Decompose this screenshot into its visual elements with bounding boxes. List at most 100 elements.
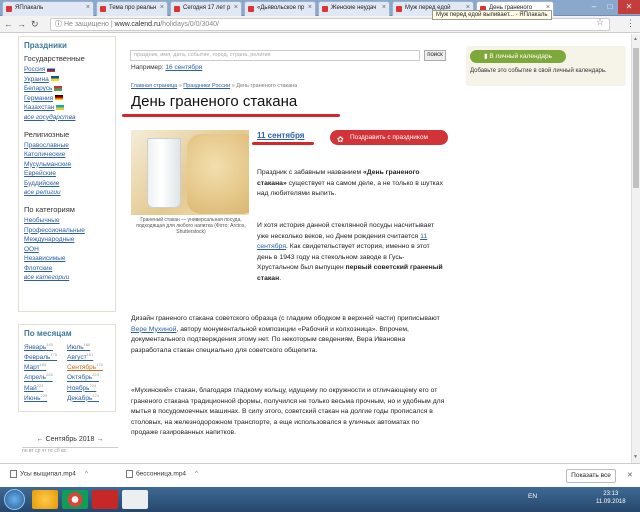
sidebar-item-month[interactable]: Февраль175 <box>24 352 67 361</box>
downloads-bar: Усы выщипал.mp4 ^ бессонница.mp4 ^ Показ… <box>0 463 640 487</box>
month-count: 226 <box>46 372 53 378</box>
sidebar-item-label: Казахстан <box>24 104 55 111</box>
language-indicator[interactable]: EN <box>528 493 537 500</box>
sidebar-holidays-title: Праздники <box>24 41 67 50</box>
tab-favicon-icon <box>100 6 106 12</box>
sidebar-item-state[interactable]: Украина <box>24 75 110 85</box>
start-button[interactable] <box>4 489 25 510</box>
month-name: Октябрь <box>67 374 93 382</box>
sidebar-item-category[interactable]: Флотские <box>24 264 110 274</box>
tab-close-icon[interactable]: × <box>160 4 164 11</box>
sidebar-item-category[interactable]: Международные <box>24 235 110 245</box>
browser-tab[interactable]: ЯПлакаль × <box>2 1 94 16</box>
congratulate-button[interactable]: ✿ Поздравить с праздником <box>330 130 448 145</box>
sidebar-item-category[interactable]: Независимые <box>24 254 110 264</box>
sidebar-item-month[interactable]: Август161 <box>67 352 110 361</box>
page-scrollbar[interactable]: ▲ ▼ <box>631 34 640 463</box>
tab-close-icon[interactable]: × <box>234 4 238 11</box>
sidebar-item-month[interactable]: Июнь229 <box>24 393 67 402</box>
chevron-up-icon[interactable]: ^ <box>85 470 88 477</box>
search-example-link[interactable]: 16 сентября <box>165 64 202 71</box>
browser-tab[interactable]: «Дьявольское пр × <box>244 1 316 16</box>
sidebar-item-state[interactable]: Россия <box>24 65 110 75</box>
sidebar-state-all-link[interactable]: все государства <box>24 113 110 122</box>
holiday-date-link[interactable]: 11 сентября <box>257 131 304 140</box>
bookmark-star-icon[interactable]: ☆ <box>596 17 604 28</box>
show-all-downloads-button[interactable]: Показать все <box>566 469 616 483</box>
explorer-icon[interactable] <box>32 490 58 509</box>
download-item[interactable]: бессонница.mp4 ^ <box>126 470 198 478</box>
sidebar-item-month[interactable]: Сентябрь175 <box>67 362 110 371</box>
sidebar-item-religion[interactable]: Католические <box>24 150 110 160</box>
sidebar-religious-all-link[interactable]: все религии <box>24 188 110 197</box>
breadcrumb-home[interactable]: Главная страница <box>131 83 177 89</box>
sidebar-item-religion[interactable]: Еврейские <box>24 169 110 179</box>
tab-label: ЯПлакаль <box>15 5 44 11</box>
month-name: Август <box>67 354 87 362</box>
sidebar-item-month[interactable]: Май223 <box>24 383 67 392</box>
sidebar-item-month[interactable]: Ноябрь224 <box>67 383 110 392</box>
info-icon[interactable]: ⓘ <box>55 21 62 28</box>
sidebar-item-month[interactable]: Январь140 <box>24 342 67 351</box>
browser-tab[interactable]: Женские неудач × <box>318 1 390 16</box>
sidebar-item-category[interactable]: Необычные <box>24 216 110 226</box>
sidebar-item-month[interactable]: Март183 <box>24 362 67 371</box>
tab-close-icon[interactable]: × <box>382 4 386 11</box>
sidebar-item-religion[interactable]: Буддийские <box>24 179 110 189</box>
sidebar-item-state[interactable]: Беларусь <box>24 84 110 94</box>
month-name: Февраль <box>24 354 51 362</box>
sidebar-item-religion[interactable]: Православные <box>24 141 110 151</box>
sidebar-item-month[interactable]: Октябрь224 <box>67 372 110 381</box>
minimize-button[interactable]: – <box>586 0 602 14</box>
page-title: День граненого стакана <box>131 93 298 110</box>
sidebar-categories-all-link[interactable]: все категории <box>24 273 110 282</box>
month-count: 140 <box>46 342 53 347</box>
back-icon[interactable]: ← <box>4 19 13 29</box>
maximize-button[interactable]: □ <box>602 0 618 14</box>
forward-icon[interactable]: → <box>17 19 26 29</box>
app-icon[interactable] <box>92 490 118 509</box>
tab-favicon-icon <box>248 6 254 12</box>
calendar-next-icon[interactable]: → <box>96 436 103 443</box>
close-downloads-icon[interactable]: ✕ <box>627 471 633 479</box>
sidebar-item-month[interactable]: Июль160 <box>67 342 110 351</box>
browser-tab[interactable]: Тема про реальн × <box>96 1 168 16</box>
security-label: Не защищено <box>63 21 109 28</box>
sidebar-item-month[interactable]: Апрель226 <box>24 372 67 381</box>
sidebar-item-religion[interactable]: Мусульманские <box>24 160 110 170</box>
month-name: Апрель <box>24 374 47 382</box>
search-button[interactable]: поиск <box>424 50 446 61</box>
calendar-prev-icon[interactable]: ← <box>37 436 44 443</box>
search-input[interactable]: праздник, имя, дата, событие, город, стр… <box>130 50 420 61</box>
sidebar-state-title: Государственные <box>24 54 85 63</box>
breadcrumb-section[interactable]: Праздники России <box>183 83 230 89</box>
download-item[interactable]: Усы выщипал.mp4 ^ <box>10 470 88 478</box>
scroll-up-icon[interactable]: ▲ <box>633 36 638 42</box>
p3-person-link[interactable]: Вере Мухиной <box>131 326 176 333</box>
tab-close-icon[interactable]: × <box>86 4 90 11</box>
sidebar-item-month[interactable]: Декабрь174 <box>67 393 110 402</box>
photo-caption: Граненый стакан — универсальная посуда, … <box>136 217 246 235</box>
sidebar-item-category[interactable]: Профессиональные <box>24 226 110 236</box>
reload-icon[interactable]: ↻ <box>31 19 39 29</box>
flag-icon <box>50 76 59 82</box>
sidebar-item-state[interactable]: Германия <box>24 94 110 104</box>
page-content: Праздники Государственные Россия Украина Б… <box>0 34 631 463</box>
scroll-down-icon[interactable]: ▼ <box>633 454 638 460</box>
month-count: 229 <box>40 392 48 398</box>
system-clock[interactable]: 23:13 11.09.2018 <box>596 490 626 506</box>
sidebar-item-category[interactable]: ООН <box>24 245 110 255</box>
tab-close-icon[interactable]: × <box>308 4 312 11</box>
personal-calendar-label: В личный календарь <box>489 53 553 60</box>
chevron-up-icon[interactable]: ^ <box>195 470 198 477</box>
media-player-icon[interactable] <box>122 490 148 509</box>
personal-calendar-button[interactable]: ▮ В личный календарь <box>470 50 566 63</box>
search-example-label: Например: <box>131 64 164 71</box>
sidebar-item-state[interactable]: Казахстан <box>24 103 110 113</box>
chrome-icon[interactable] <box>62 490 88 509</box>
scrollbar-thumb[interactable] <box>633 48 639 188</box>
browser-menu-icon[interactable]: ⋮ <box>626 18 635 29</box>
download-name: бессонница.mp4 <box>136 470 187 478</box>
close-window-button[interactable]: ✕ <box>618 0 640 14</box>
browser-tab[interactable]: Сегодня 17 лет р × <box>170 1 242 16</box>
